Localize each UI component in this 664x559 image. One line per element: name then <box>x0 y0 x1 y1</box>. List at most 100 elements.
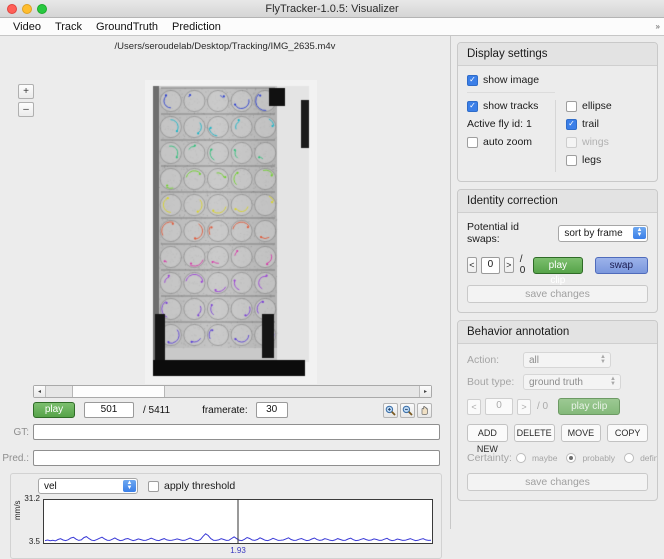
video-frame[interactable] <box>145 80 317 384</box>
action-row: Action: all ▲ ▼ <box>467 352 648 368</box>
menu-groundtruth[interactable]: GroundTruth <box>89 20 165 34</box>
legs-row[interactable]: legs <box>566 154 612 166</box>
divider <box>467 92 555 93</box>
delete-button[interactable]: DELETE <box>514 424 555 442</box>
bout-play-clip-button[interactable]: play clip <box>558 398 620 415</box>
action-select[interactable]: all ▲ ▼ <box>523 352 611 368</box>
bout-next-button[interactable]: > <box>517 399 531 415</box>
swap-next-button[interactable]: > <box>504 257 514 273</box>
menu-overflow-icon[interactable]: » <box>656 22 660 31</box>
add-new-button[interactable]: ADD NEW <box>467 424 508 442</box>
window-controls[interactable] <box>7 4 47 14</box>
video-zoom-out-button[interactable]: – <box>18 102 34 117</box>
video-zoom-in-button[interactable]: + <box>18 84 34 99</box>
plot-ytick-min: 3.5 <box>29 537 43 546</box>
action-label: Action: <box>467 354 523 366</box>
close-button[interactable] <box>7 4 17 14</box>
swap-sort-select[interactable]: sort by frame ▲ ▼ <box>558 225 648 242</box>
window-title: FlyTracker-1.0.5: Visualizer <box>0 3 664 15</box>
ground-truth-track[interactable] <box>33 424 440 440</box>
main-area: /Users/seroudelab/Desktop/Tracking/IMG_2… <box>0 36 664 529</box>
swap-index-input[interactable]: 0 <box>481 257 500 274</box>
bout-type-select[interactable]: ground truth ▲ ▼ <box>523 374 621 390</box>
menu-video[interactable]: Video <box>6 20 48 34</box>
seek-thumb[interactable] <box>72 386 165 397</box>
chevron-updown-icon[interactable]: ▲ ▼ <box>633 227 646 239</box>
behavior-annotation-body: Action: all ▲ ▼ Bout type: ground truth ▲… <box>458 344 657 500</box>
apply-threshold-label: apply threshold <box>164 480 235 492</box>
swap-button[interactable]: swap <box>595 257 648 274</box>
prediction-track[interactable] <box>33 450 440 466</box>
plot-ylabel: mm/s <box>13 500 22 520</box>
show-tracks-label: show tracks <box>483 100 538 112</box>
chevron-updown-icon: ▲ ▼ <box>610 377 616 387</box>
certainty-label: Certainty: <box>467 452 512 464</box>
certainty-maybe-label: maybe <box>532 453 558 463</box>
chevron-updown-icon[interactable]: ▲ ▼ <box>123 480 136 492</box>
ground-truth-track-row: GT: <box>0 424 440 440</box>
certainty-maybe-radio[interactable] <box>516 453 526 463</box>
pan-hand-icon[interactable] <box>417 403 432 418</box>
behavior-annotation-title: Behavior annotation <box>458 321 657 344</box>
show-image-checkbox[interactable]: ✓ <box>467 75 478 86</box>
ellipse-checkbox[interactable] <box>566 101 577 112</box>
apply-threshold-row[interactable]: apply threshold <box>148 480 235 492</box>
swap-play-clip-button[interactable]: play clip <box>533 257 583 274</box>
action-select-value: all <box>524 355 539 366</box>
ellipse-label: ellipse <box>582 100 612 112</box>
bout-type-select-value: ground truth <box>524 377 583 388</box>
apply-threshold-checkbox[interactable] <box>148 481 159 492</box>
trail-row[interactable]: ✓ trail <box>566 118 612 130</box>
swap-prev-button[interactable]: < <box>467 257 477 273</box>
transport-controls: play 501 / 5411 framerate: 30 <box>33 400 432 420</box>
certainty-definitely-radio[interactable] <box>624 453 634 463</box>
plot-ytick-max: 31.2 <box>24 494 43 503</box>
display-settings-group: Display settings ✓ show image ✓ show tra… <box>457 42 658 182</box>
certainty-probably-label: probably <box>582 453 615 463</box>
zoom-button[interactable] <box>37 4 47 14</box>
potential-swaps-label: Potential id swaps: <box>467 221 552 245</box>
video-viewport[interactable] <box>145 80 317 384</box>
show-tracks-checkbox[interactable]: ✓ <box>467 101 478 112</box>
play-button[interactable]: play <box>33 402 75 418</box>
show-image-row[interactable]: ✓ show image <box>467 74 648 86</box>
feature-plot-axes[interactable]: 31.2 3.5 <box>43 499 433 544</box>
current-frame-input[interactable]: 501 <box>84 402 134 418</box>
auto-zoom-checkbox[interactable] <box>467 137 478 148</box>
minimize-button[interactable] <box>22 4 32 14</box>
bout-prev-button[interactable]: < <box>467 399 481 415</box>
behavior-annotation-group: Behavior annotation Action: all ▲ ▼ Bout … <box>457 320 658 501</box>
legs-checkbox[interactable] <box>566 155 577 166</box>
active-fly-id-row: Active fly id: 1 <box>467 118 555 130</box>
feature-select[interactable]: vel ▲ ▼ <box>38 478 138 494</box>
identity-save-changes-button[interactable]: save changes <box>467 285 648 303</box>
framerate-input[interactable]: 30 <box>256 402 288 418</box>
trail-checkbox[interactable]: ✓ <box>566 119 577 130</box>
menu-prediction[interactable]: Prediction <box>165 20 228 34</box>
video-seek-scrollbar[interactable]: ◂ ▸ <box>33 385 432 398</box>
zoom-out-icon[interactable] <box>400 403 415 418</box>
wings-checkbox <box>566 137 577 148</box>
display-settings-title: Display settings <box>458 43 657 66</box>
show-tracks-row[interactable]: ✓ show tracks <box>467 100 555 112</box>
menu-track[interactable]: Track <box>48 20 89 34</box>
bout-index-input[interactable]: 0 <box>485 398 513 415</box>
menubar: Video Track GroundTruth Prediction » <box>0 18 664 36</box>
seek-left-arrow[interactable]: ◂ <box>34 386 46 397</box>
move-button[interactable]: MOVE <box>561 424 602 442</box>
zoom-in-icon[interactable] <box>383 403 398 418</box>
video-pane: /Users/seroudelab/Desktop/Tracking/IMG_2… <box>0 36 450 529</box>
seek-right-arrow[interactable]: ▸ <box>419 386 431 397</box>
feature-select-value: vel <box>39 481 57 492</box>
feature-plot-panel: vel ▲ ▼ apply threshold mm/s 31.2 3.5 1.9 <box>10 473 442 559</box>
seek-track[interactable] <box>46 386 419 397</box>
settings-sidebar: Display settings ✓ show image ✓ show tra… <box>450 36 664 529</box>
copy-button[interactable]: COPY <box>607 424 648 442</box>
auto-zoom-row[interactable]: auto zoom <box>467 136 555 148</box>
active-fly-id-label: Active fly id: <box>467 118 523 130</box>
identity-correction-title: Identity correction <box>458 190 657 213</box>
ellipse-row[interactable]: ellipse <box>566 100 612 112</box>
prediction-label: Pred.: <box>0 453 33 464</box>
behavior-save-changes-button[interactable]: save changes <box>467 473 648 491</box>
certainty-probably-radio[interactable] <box>566 453 576 463</box>
